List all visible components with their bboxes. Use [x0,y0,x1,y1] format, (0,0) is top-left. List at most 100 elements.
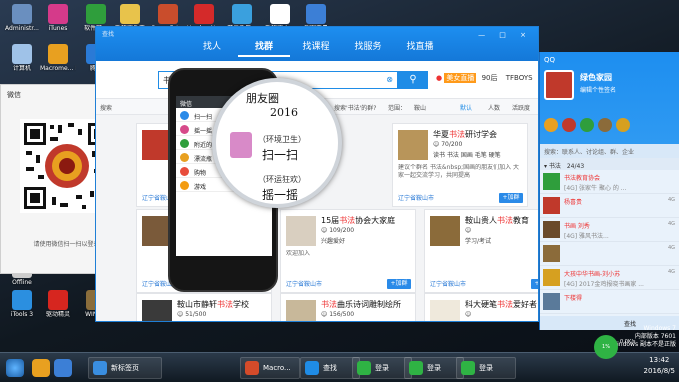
contact-status: [4G] 2017金鸡报晓书画家 ... [564,281,644,288]
contact-group-header[interactable]: ▾ 书法 24/43 [540,158,679,170]
phone-menu-label: 游戏 [194,184,207,191]
start-button[interactable] [6,359,24,377]
app-icon [120,4,140,24]
group-avatar[interactable] [142,300,172,321]
clock[interactable]: 13:42 2016/8/5 [644,355,675,377]
taskbar-button[interactable]: Macro... [240,357,300,379]
app-icon [12,4,32,24]
qq-main-panel: QQ 绿色家园 编辑个性签名 搜索：联系人、讨论组、群、企业 ▾ 书法 24/4… [539,52,679,330]
taskbar-button[interactable]: 新标签页 [88,357,162,379]
tab-find-service[interactable]: 找服务 [342,39,394,57]
taskbar-button[interactable]: 登录 [456,357,516,379]
group-avatar[interactable] [286,216,316,246]
group-name[interactable]: 15届书法协会大家庭 [321,215,395,226]
tab-find-live[interactable]: 找直播 [394,39,446,57]
taskbar-button-label: 查找 [323,364,337,372]
desktop-icon[interactable]: Macrome... Fireworks 8 [40,44,76,72]
group-name-pre: 15届 [321,216,340,225]
filter-label: 搜索 [100,105,113,112]
qq-nickname[interactable]: 绿色家园 [580,72,612,83]
taskbar-button[interactable]: 查找 [300,357,360,379]
qq-header: QQ 绿色家园 编辑个性签名 [540,52,679,144]
group-name-post: 协会大家庭 [355,216,396,225]
group-avatar[interactable] [430,216,460,246]
app-icon[interactable] [562,118,576,132]
app-icon[interactable] [616,118,630,132]
desktop-icon[interactable]: 计算机 [4,44,40,72]
contact-item[interactable]: 下楼得 [540,290,679,314]
group-tag: 读书 书法 国画 毛笔 硬笔 [433,152,501,159]
group-card[interactable]: 鞍山贵人书法教育☺ 学习/考试辽宁省鞍山市+加群 [424,209,538,293]
clear-icon[interactable]: ⊗ [386,75,393,84]
net-speed-widget[interactable]: 1% [594,335,618,359]
sort-default[interactable]: 默认 [460,103,472,112]
app-icon [232,4,252,24]
group-card[interactable]: 15届书法协会大家庭 ☺ 109/200 兴趣爱好 欢迎加入 辽宁省鞍山市 +加群 [280,209,416,293]
contact-search[interactable]: 搜索：联系人、讨论组、群、企业 [540,144,679,158]
app-icon[interactable] [544,118,558,132]
quicklaunch-icon[interactable] [32,359,50,377]
window-controls[interactable]: — □ × [478,31,532,39]
group-member-count: 70/200 [441,141,463,148]
contact-item[interactable]: 大孩中华书画-刘小苏 [4G] 2017金鸡报晓书画家 ... 4G [540,266,679,290]
desktop-icon-label: Macrome... Fireworks 8 [40,65,76,72]
desktop-icon[interactable]: Administr... [4,4,40,32]
contact-item[interactable]: 书画 刘秀 [4G] 雅风书法... 4G [540,218,679,242]
sort-members[interactable]: 人数 [488,103,500,112]
find-header: 查找 找人 找群 找课程 找服务 找直播 — □ × [96,27,538,61]
contact-name: 下楼得 [564,295,583,302]
search-button[interactable]: ⚲ [398,71,428,89]
group-member-count: 109/200 [329,227,355,234]
tab-find-course[interactable]: 找课程 [290,39,342,57]
quicklaunch-icon[interactable] [54,359,72,377]
contact-item[interactable]: 书法教育协会 [4G] 张家牛 聚心 的 ... [540,170,679,194]
group-card[interactable]: 华夏书法研讨学会 ☺ 70/200 读书 书法 国画 毛笔 硬笔 建议个群名 书法&n… [392,123,528,207]
scan-icon [230,132,252,158]
hot-tag-2[interactable]: 90后 [482,74,498,82]
group-card[interactable]: 书法曲乐诗词雕制绘所☺ 156/500+加群 [280,293,416,321]
tab-find-people[interactable]: 找人 [186,39,238,57]
contact-item[interactable]: 4G [540,242,679,266]
menu-item-icon [180,167,189,176]
hot-tag-3[interactable]: TFBOYS [506,74,533,82]
qq-signature[interactable]: 编辑个性签名 [580,85,616,94]
people-icon: ☺ [321,311,328,318]
group-tag: 学习/考试 [465,238,492,245]
add-group-button[interactable]: +加群 [531,279,538,289]
app-icon[interactable] [598,118,612,132]
taskbar-button[interactable]: 登录 [404,357,464,379]
sort-activity[interactable]: 活跃度 [512,103,530,112]
group-avatar[interactable] [430,300,460,321]
group-name[interactable]: 鞍山贵人书法教育 [465,215,529,226]
avatar[interactable] [544,70,574,100]
add-group-button[interactable]: +加群 [387,279,411,289]
group-name-highlight: 书法 [321,300,337,309]
group-name-pre: 鞍山贵人 [465,216,497,225]
group-name[interactable]: 书法曲乐诗词雕制绘所 [321,299,401,310]
group-card[interactable]: 鞍山市静轩书法学校☺ 51/500兴趣爱好+加群 [136,293,272,321]
group-card[interactable]: 科大硬笔书法爱好者☺ +加群 [424,293,538,321]
net-percent: 1% [602,344,610,350]
desktop-icon[interactable]: 驱动精灵 [40,290,76,318]
desktop-icon[interactable]: iTunes [40,4,76,32]
tab-find-group[interactable]: 找群 [238,39,290,57]
filter-region[interactable]: 鞍山 [414,103,426,112]
filter-query[interactable]: 搜索'书法'的群? [334,103,376,112]
group-name[interactable]: 科大硬笔书法爱好者 [465,299,537,310]
phone-menu-label: 扫一扫 [194,114,213,121]
desktop-icon[interactable]: iTools 3 [4,290,40,318]
group-avatar[interactable] [398,130,428,160]
find-title: 查找 [102,31,115,38]
group-name-highlight: 书法 [497,300,513,309]
net-speed: 0.0K/s [620,339,636,345]
group-name[interactable]: 鞍山市静轩书法学校 [177,299,249,310]
hot-tag[interactable]: 美女直播 [444,73,477,83]
group-name-post: 曲乐诗词雕制绘所 [337,300,401,309]
app-icon[interactable] [580,118,594,132]
add-group-button[interactable]: +加群 [499,193,523,203]
contact-item[interactable]: 杨喜贵 4G [540,194,679,218]
group-location: 辽宁省鞍山市 [398,195,435,202]
group-name[interactable]: 华夏书法研讨学会 [433,129,497,140]
taskbar-button[interactable]: 登录 [352,357,412,379]
group-avatar[interactable] [286,300,316,321]
